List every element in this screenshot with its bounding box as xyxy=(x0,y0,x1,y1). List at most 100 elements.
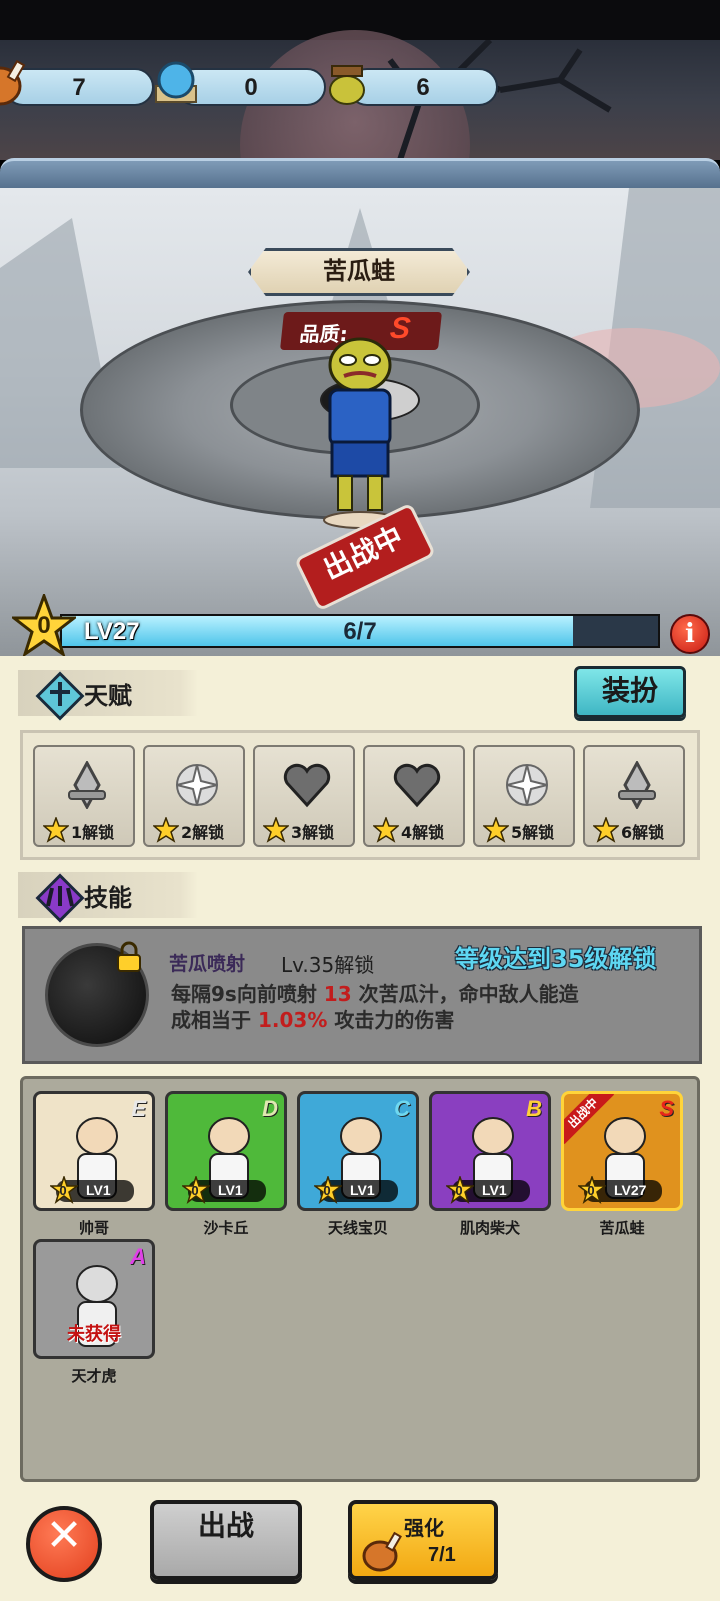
level-pill: 0 LV1 xyxy=(182,1176,266,1204)
skill-name: 苦瓜喷射 xyxy=(169,953,246,975)
talent-slot-5[interactable]: 5解锁 xyxy=(473,745,575,847)
roster-card[interactable]: S 出战中 0 LV27 苦瓜蛙 xyxy=(561,1091,683,1237)
spiral-icon xyxy=(506,764,548,806)
skill-card[interactable]: 苦瓜喷射 Lv.35解锁 等级达到35级解锁 每隔9s向前喷射 13 次苦瓜汁，… xyxy=(22,926,702,1064)
resource-meat-value: 7 xyxy=(72,74,86,101)
star-count: 0 xyxy=(191,1183,199,1198)
skill-description: 每隔9s向前喷射 13 次苦瓜汁，命中敌人能造 成相当于 1.03% 攻击力的伤… xyxy=(171,981,701,1033)
star-count: 0 xyxy=(455,1183,463,1198)
roster-card[interactable]: C 0 LV1 天线宝贝 xyxy=(297,1091,419,1237)
resource-frog: 6 xyxy=(329,65,498,106)
character-name: 沙卡丘 xyxy=(203,1219,249,1237)
roster-card[interactable]: E 0 LV1 帅哥 xyxy=(33,1091,155,1237)
close-button[interactable]: ✕ xyxy=(26,1506,102,1582)
talent-slot-1[interactable]: 1解锁 xyxy=(33,745,135,847)
star-count: 0 xyxy=(587,1183,595,1198)
talent-slot-4[interactable]: 4解锁 xyxy=(363,745,465,847)
grade-badge: D xyxy=(262,1096,278,1121)
skill-desc-part: 次苦瓜汁，命中敌人能造 xyxy=(358,982,579,1006)
character-roster: E 0 LV1 帅哥 D 0 LV1 沙卡丘 C 0 LV1 天线宝贝 B 0 LV1 肌肉柴犬 S 出战中 0 LV… xyxy=(20,1076,700,1482)
level-progress-bar: LV27 6/7 xyxy=(60,614,660,648)
talent-slot-label: 5解锁 xyxy=(511,823,555,842)
level-pill: 0 LV1 xyxy=(314,1176,398,1204)
skill-section-header: 技能 xyxy=(18,872,198,923)
talent-slot-label: 4解锁 xyxy=(401,823,445,842)
star-icon xyxy=(263,817,289,843)
spiral-icon xyxy=(176,764,218,806)
talent-slot-label: 3解锁 xyxy=(291,823,335,842)
star-rank-value: 0 xyxy=(37,612,51,639)
talent-slot-6[interactable]: 6解锁 xyxy=(583,745,685,847)
deploy-button-label: 出战 xyxy=(197,1509,254,1542)
roster-card-frame: C 0 LV1 xyxy=(297,1091,419,1211)
enhance-button-label: 强化 xyxy=(404,1516,444,1540)
level-pill: 0 LV1 xyxy=(446,1176,530,1204)
character-level: LV1 xyxy=(86,1182,111,1198)
character-name: 天线宝贝 xyxy=(327,1219,388,1237)
roster-card-frame: A 未获得 xyxy=(33,1239,155,1359)
close-icon: ✕ xyxy=(45,1510,83,1561)
star-icon xyxy=(483,817,509,843)
character-level: LV1 xyxy=(218,1182,243,1198)
skill-unlock-hint: 等级达到35级解锁 xyxy=(455,945,657,973)
star-icon xyxy=(153,817,179,843)
frog-hero-sprite[interactable] xyxy=(310,330,410,530)
skill-desc-part: 每隔9s向前喷射 xyxy=(171,982,317,1006)
grade-badge: A xyxy=(130,1244,146,1269)
claw-icon xyxy=(46,886,74,907)
roster-card-frame: E 0 LV1 xyxy=(33,1091,155,1211)
level-progress-text: 6/7 xyxy=(343,618,377,645)
skill-section-title: 技能 xyxy=(84,884,132,912)
star-count: 0 xyxy=(59,1183,67,1198)
skill-desc-count: 13 xyxy=(323,982,352,1006)
resource-orb: 0 xyxy=(155,61,326,106)
top-resource-bar: 7 0 6 xyxy=(0,0,720,160)
roster-card[interactable]: D 0 LV1 沙卡丘 xyxy=(165,1091,287,1237)
star-icon xyxy=(373,817,399,843)
grade-badge: E xyxy=(131,1096,146,1121)
character-name: 苦瓜蛙 xyxy=(599,1219,645,1237)
star-rank-badge: 0 xyxy=(9,591,79,658)
grade-badge: B xyxy=(526,1096,542,1121)
talent-slot-3[interactable]: 3解锁 xyxy=(253,745,355,847)
meat-icon xyxy=(362,1531,402,1572)
skill-desc-percent: 1.03% xyxy=(257,1008,328,1032)
character-name: 帅哥 xyxy=(78,1219,109,1237)
heart-icon xyxy=(283,763,331,808)
heart-icon xyxy=(393,763,441,808)
character-name: 天才虎 xyxy=(71,1367,117,1385)
enhance-button[interactable]: 强化 7/1 xyxy=(348,1500,498,1580)
level-pill: 0 LV27 xyxy=(578,1176,662,1204)
talent-slots: 1解锁 2解锁 3解锁 4解锁 5解锁 6解锁 xyxy=(20,730,700,860)
star-icon xyxy=(43,817,69,843)
star-icon xyxy=(593,817,619,843)
dress-up-button[interactable]: 装扮 xyxy=(574,666,686,718)
level-pill: 0 LV1 xyxy=(50,1176,134,1204)
roster-card[interactable]: B 0 LV1 肌肉柴犬 xyxy=(429,1091,551,1237)
lock-icon xyxy=(117,941,141,972)
resource-orb-value: 0 xyxy=(244,74,258,101)
sword-cross-icon xyxy=(50,682,70,706)
not-obtained-label: 未获得 xyxy=(67,1324,121,1345)
grade-badge: C xyxy=(394,1096,410,1121)
deploy-button[interactable]: 出战 xyxy=(150,1500,302,1580)
talent-section-header: 天赋 xyxy=(18,670,198,721)
roster-card-frame: B 0 LV1 xyxy=(429,1091,551,1211)
talent-slot-label: 6解锁 xyxy=(621,823,665,842)
hero-name: 苦瓜蛙 xyxy=(323,257,395,285)
enhance-cost: 7/1 xyxy=(428,1544,456,1566)
character-level: LV1 xyxy=(350,1182,375,1198)
resource-meat: 7 xyxy=(0,59,154,106)
character-level: LV27 xyxy=(614,1182,647,1198)
talent-slot-2[interactable]: 2解锁 xyxy=(143,745,245,847)
diamond-blade-icon xyxy=(68,761,106,809)
talent-section-title: 天赋 xyxy=(84,682,132,710)
hero-name-plate: 苦瓜蛙 xyxy=(248,248,470,296)
talent-slot-label: 2解锁 xyxy=(181,823,225,842)
panel-top-frame xyxy=(0,158,720,188)
diamond-blade-icon xyxy=(618,761,656,809)
resource-frog-value: 6 xyxy=(416,74,430,101)
info-button[interactable]: i xyxy=(670,614,710,654)
info-icon: i xyxy=(685,619,695,649)
roster-card[interactable]: A 未获得天才虎 xyxy=(33,1239,155,1385)
